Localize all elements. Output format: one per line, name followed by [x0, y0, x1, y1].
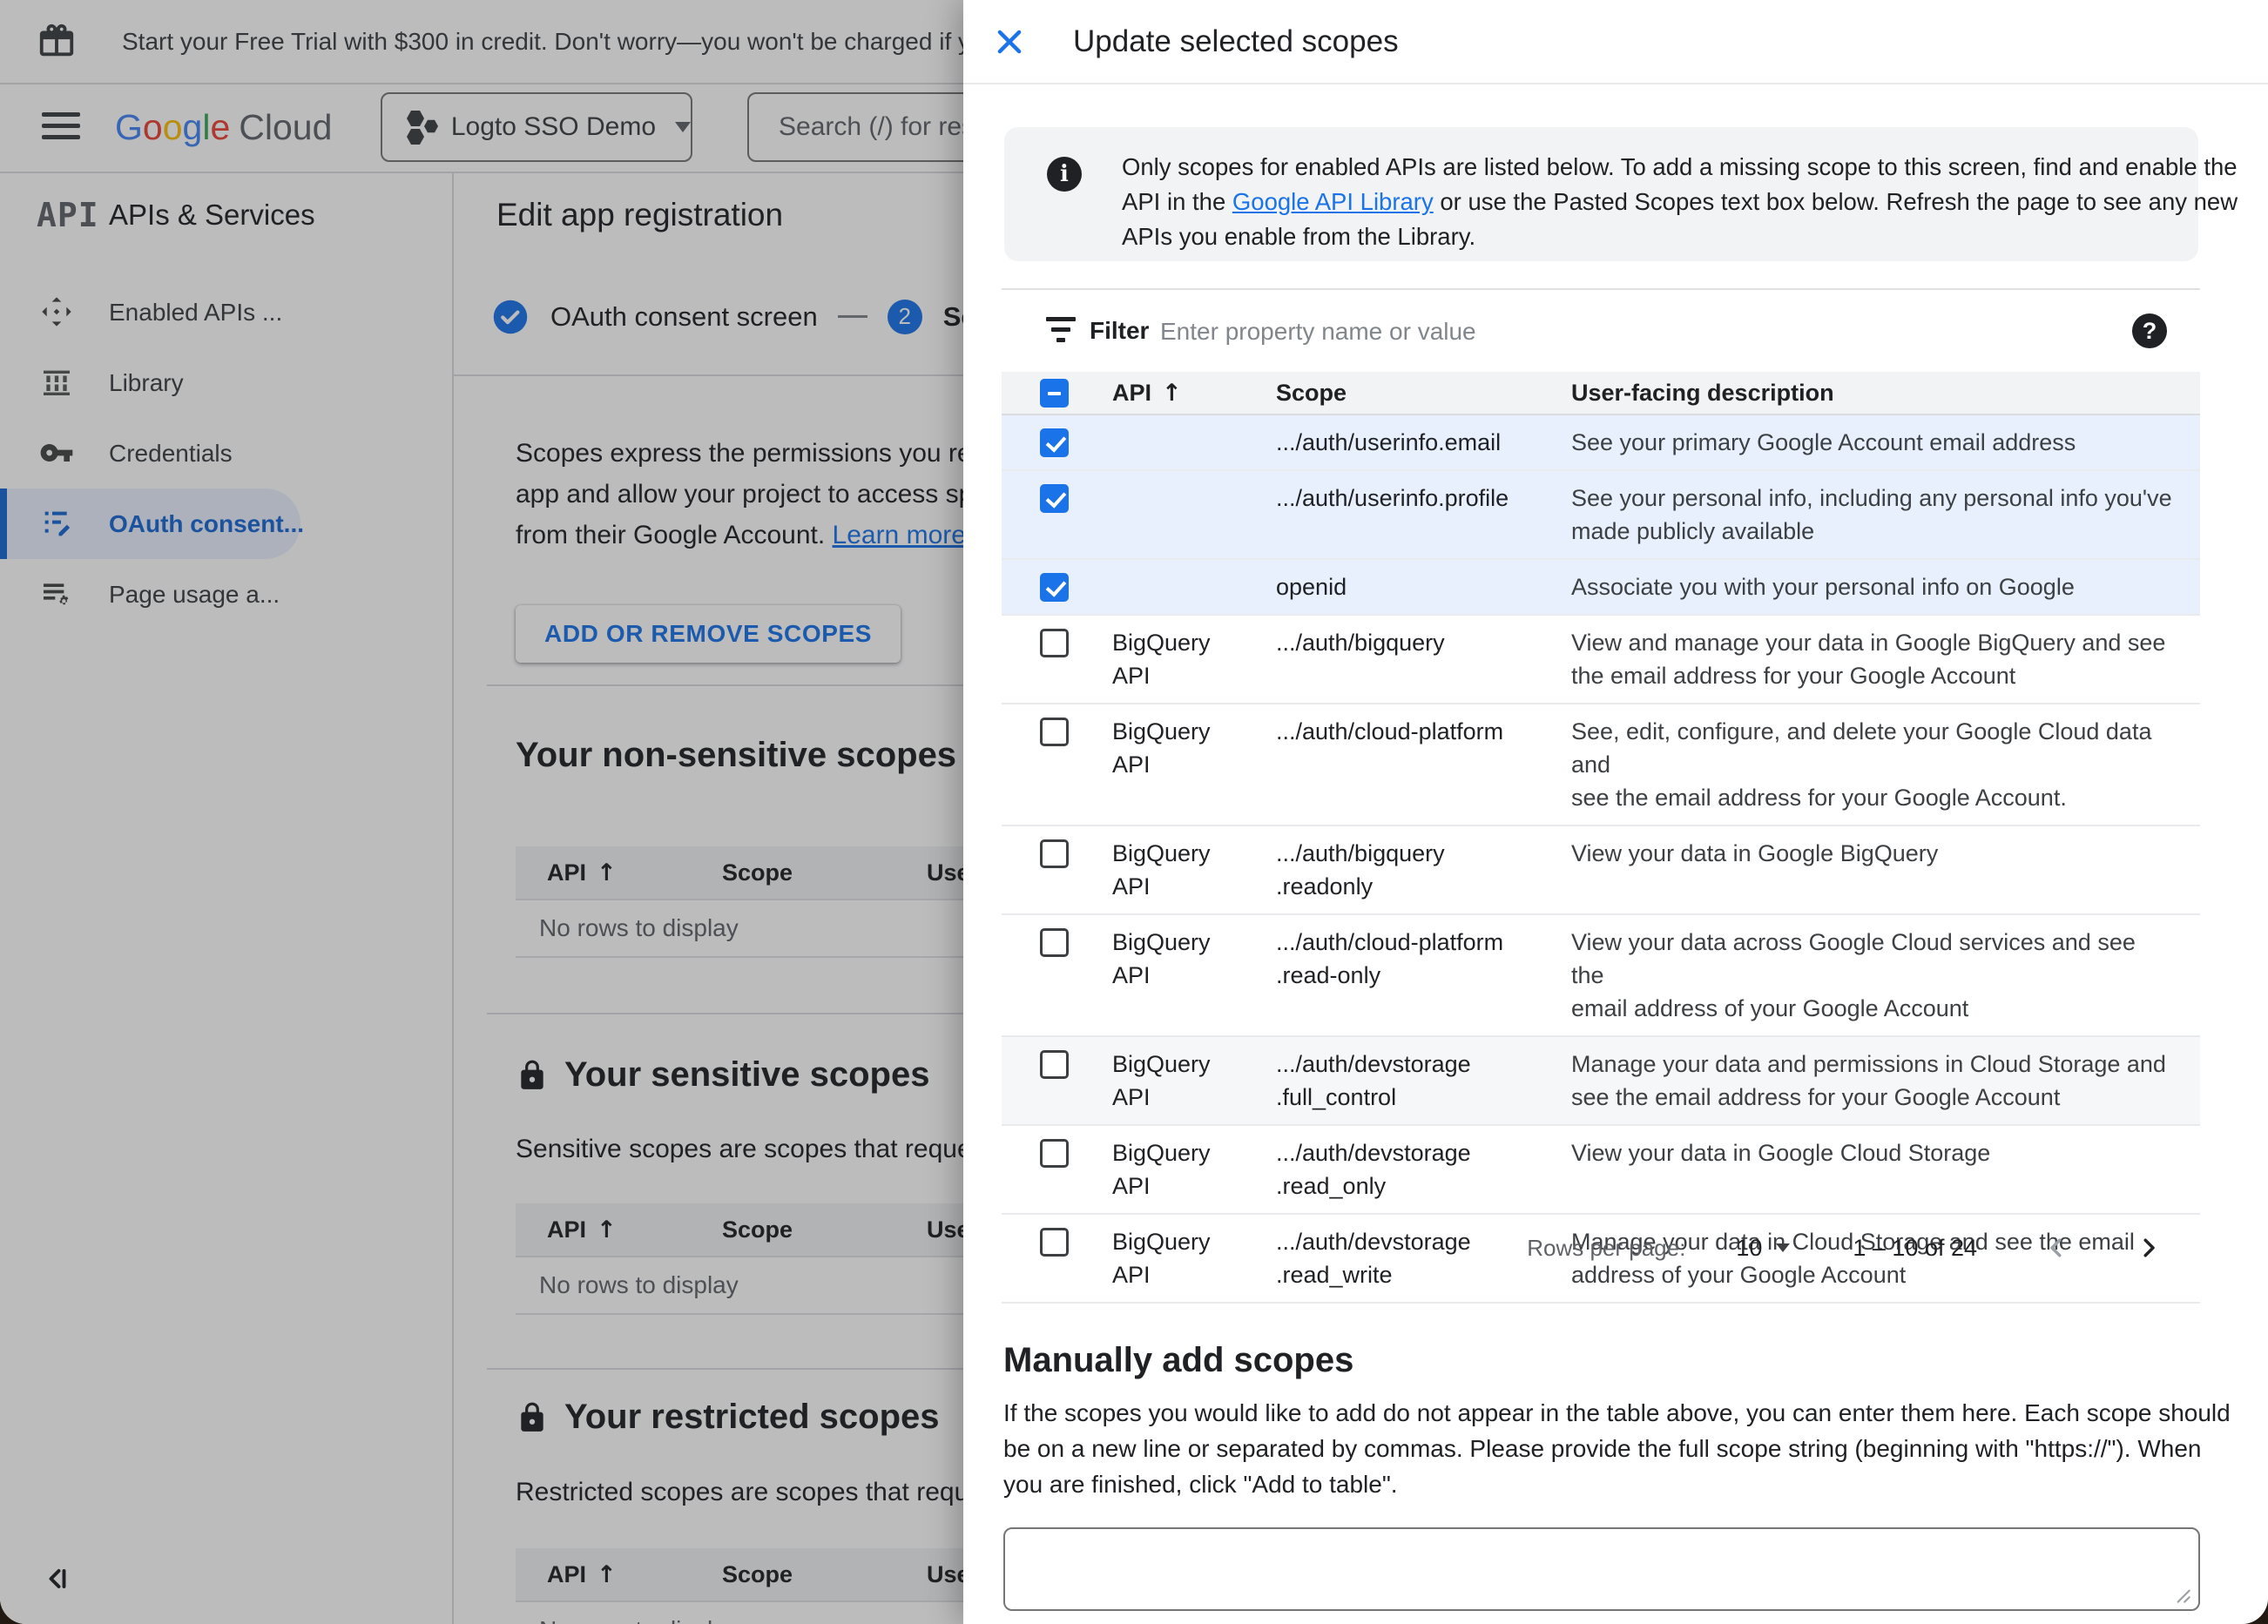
info-icon — [1047, 157, 1082, 192]
scope-cell: .../auth/userinfo.profile — [1276, 485, 1509, 511]
pagination: Rows per page: 10 1 – 10 of 24 — [1002, 1217, 2200, 1278]
rows-per-page-select[interactable]: 10 — [1736, 1235, 1791, 1262]
manually-add-scopes-heading: Manually add scopes — [1003, 1341, 1354, 1379]
checkbox-cell — [1002, 1126, 1112, 1213]
chevron-down-icon — [1776, 1243, 1791, 1252]
scope-cell: .../auth/userinfo.email — [1276, 429, 1502, 455]
google-cloud-console-screen: Start your Free Trial with $300 in credi… — [0, 0, 2268, 1624]
row-checkbox[interactable] — [1040, 484, 1069, 513]
manual-scopes-textarea[interactable] — [1003, 1527, 2200, 1611]
manually-add-scopes-help: If the scopes you would like to add do n… — [1003, 1399, 2231, 1498]
scope-row: BigQuery API .../auth/devstorage .full_co… — [1002, 1037, 2200, 1126]
help-icon[interactable] — [2132, 313, 2167, 348]
pagination-range: 1 – 10 of 24 — [1853, 1234, 1977, 1261]
next-page-icon[interactable] — [2136, 1235, 2162, 1261]
scope-row: BigQuery API .../auth/cloud-platform .rea… — [1002, 915, 2200, 1037]
scope-cell: .../auth/bigquery .readonly — [1276, 840, 1445, 900]
scope-row: .../auth/userinfo.profile See your person… — [1002, 471, 2200, 560]
description-cell: View your data across Google Cloud servi… — [1571, 929, 2136, 1021]
column-api[interactable]: API — [1112, 372, 1182, 414]
row-checkbox[interactable] — [1040, 1050, 1069, 1079]
row-checkbox[interactable] — [1040, 839, 1069, 868]
column-user-facing-description: User-facing description — [1571, 380, 1834, 406]
scope-row: BigQuery API .../auth/bigquery .readonly V… — [1002, 826, 2200, 915]
api-cell — [1112, 560, 1276, 614]
scope-row: BigQuery API .../auth/cloud-platform See, … — [1002, 704, 2200, 826]
panel-title: Update selected scopes — [1073, 24, 1399, 58]
rows-per-page-label: Rows per page: — [1527, 1234, 1686, 1261]
description-cell: View and manage your data in Google BigQ… — [1571, 630, 2166, 689]
filter-input[interactable] — [1158, 305, 2033, 359]
description-cell: View your data in Google Cloud Storage — [1571, 1140, 1991, 1166]
scope-row: .../auth/userinfo.email See your primary … — [1002, 415, 2200, 471]
checkbox-cell — [1002, 616, 1112, 703]
row-checkbox[interactable] — [1040, 928, 1069, 957]
close-icon[interactable] — [993, 25, 1026, 58]
scope-cell: .../auth/cloud-platform .read-only — [1276, 929, 1504, 988]
description-cell: Associate you with your personal info on… — [1571, 574, 2075, 600]
checkbox-cell — [1002, 1037, 1112, 1124]
scopes-table-header: API Scope User-facing description — [1002, 372, 2200, 415]
scope-cell: .../auth/devstorage .read_only — [1276, 1140, 1471, 1199]
scope-cell: .../auth/bigquery — [1276, 630, 1445, 656]
api-cell — [1112, 415, 1276, 469]
api-cell: BigQuery API — [1112, 1140, 1211, 1199]
row-checkbox[interactable] — [1040, 718, 1069, 746]
select-all-checkbox[interactable] — [1040, 379, 1069, 408]
scope-cell: .../auth/cloud-platform — [1276, 718, 1504, 745]
api-cell: BigQuery API — [1112, 1051, 1211, 1110]
api-cell — [1112, 471, 1276, 558]
filter-row: Filter — [1002, 290, 2200, 372]
modal-backdrop[interactable] — [0, 0, 963, 1624]
scope-row: openid Associate you with your personal i… — [1002, 560, 2200, 616]
row-checkbox[interactable] — [1040, 428, 1069, 457]
scope-row: BigQuery API .../auth/bigquery View and ma… — [1002, 616, 2200, 704]
description-cell: Manage your data and permissions in Clou… — [1571, 1051, 2166, 1110]
filter-icon — [1046, 317, 1076, 345]
api-cell: BigQuery API — [1112, 630, 1211, 689]
description-cell: View your data in Google BigQuery — [1571, 840, 1939, 866]
api-cell: BigQuery API — [1112, 718, 1211, 778]
filter-label: Filter — [1090, 317, 1150, 344]
checkbox-cell — [1002, 560, 1112, 614]
checkbox-cell — [1002, 471, 1112, 558]
description-cell: See, edit, configure, and delete your Go… — [1571, 718, 2152, 811]
description-cell: See your personal info, including any pe… — [1571, 485, 2172, 544]
api-cell: BigQuery API — [1112, 840, 1211, 900]
checkbox-cell — [1002, 415, 1112, 469]
previous-page-icon[interactable] — [2043, 1235, 2069, 1261]
info-banner: Only scopes for enabled APIs are listed … — [1004, 127, 2238, 261]
scope-cell: .../auth/devstorage .full_control — [1276, 1051, 1471, 1110]
row-checkbox[interactable] — [1040, 1139, 1069, 1168]
info-text: Only scopes for enabled APIs are listed … — [1122, 153, 2238, 250]
row-checkbox[interactable] — [1040, 629, 1069, 657]
scope-cell: openid — [1276, 574, 1347, 600]
checkbox-cell — [1002, 915, 1112, 1035]
scope-row: BigQuery API .../auth/devstorage .read_on… — [1002, 1126, 2200, 1215]
google-api-library-link[interactable]: Google API Library — [1232, 188, 1434, 215]
row-checkbox[interactable] — [1040, 573, 1069, 602]
column-scope: Scope — [1276, 380, 1347, 406]
api-cell: BigQuery API — [1112, 929, 1211, 988]
checkbox-cell — [1002, 704, 1112, 825]
description-cell: See your primary Google Account email ad… — [1571, 429, 2076, 455]
panel-header: Update selected scopes — [963, 0, 2268, 84]
scopes-table-rows: .../auth/userinfo.email See your primary … — [1002, 415, 2200, 1304]
update-selected-scopes-panel: Update selected scopes Only scopes for e… — [963, 0, 2268, 1624]
checkbox-cell — [1002, 826, 1112, 913]
scopes-table: API Scope User-facing description .../au… — [1002, 372, 2200, 1304]
